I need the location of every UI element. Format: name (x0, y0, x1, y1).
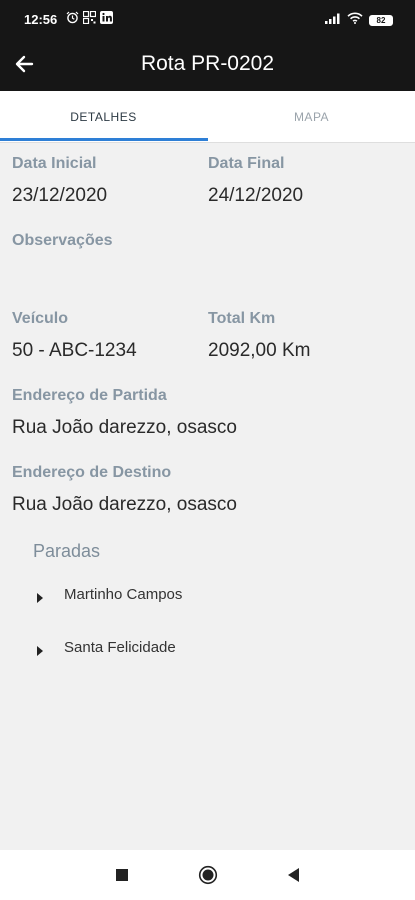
data-final-value: 24/12/2020 (208, 185, 304, 206)
total-km-value: 2092,00 Km (208, 340, 311, 361)
signal-icon (325, 11, 341, 29)
home-icon[interactable] (198, 865, 218, 890)
status-left-icons (66, 10, 113, 25)
endereco-destino-value: Rua João darezzo, osasco (12, 494, 237, 515)
status-right-icons: 82 (325, 11, 393, 29)
stop-label: Santa Felicidade (64, 639, 176, 656)
data-inicial-label: Data Inicial (12, 155, 97, 172)
paradas-title: Paradas (33, 541, 101, 561)
caret-right-icon (36, 590, 44, 603)
veiculo-label: Veículo (12, 310, 69, 327)
alarm-icon (66, 11, 79, 24)
tab-detalhes[interactable]: DETALHES (0, 91, 207, 142)
stop-label: Martinho Campos (64, 586, 183, 603)
app-bar: Rota PR-0202 (0, 38, 415, 91)
data-inicial-value: 23/12/2020 (12, 185, 108, 206)
observacoes-label: Observações (12, 232, 113, 249)
qr-code-icon (82, 10, 97, 25)
endereco-partida-value: Rua João darezzo, osasco (12, 417, 237, 438)
stop-item[interactable]: Martinho Campos (36, 586, 182, 603)
status-bar: 12:56 82 (0, 0, 415, 38)
wifi-icon (347, 11, 363, 29)
recent-apps-icon[interactable] (115, 868, 129, 887)
endereco-partida-label: Endereço de Partida (12, 387, 167, 404)
data-final-label: Data Final (208, 155, 285, 172)
tab-bar: DETALHES MAPA (0, 91, 415, 143)
back-nav-icon[interactable] (286, 867, 300, 888)
status-time: 12:56 (24, 12, 58, 27)
endereco-destino-label: Endereço de Destino (12, 464, 172, 481)
page-title: Rota PR-0202 (140, 52, 275, 75)
linkedin-icon (100, 11, 113, 24)
stop-item[interactable]: Santa Felicidade (36, 639, 176, 656)
system-nav-bar (0, 850, 415, 900)
veiculo-value: 50 - ABC-1234 (12, 340, 137, 361)
tab-mapa[interactable]: MAPA (208, 91, 415, 142)
battery-icon: 82 (369, 14, 393, 26)
tab-indicator (0, 138, 208, 141)
total-km-label: Total Km (208, 310, 276, 327)
caret-right-icon (36, 643, 44, 656)
